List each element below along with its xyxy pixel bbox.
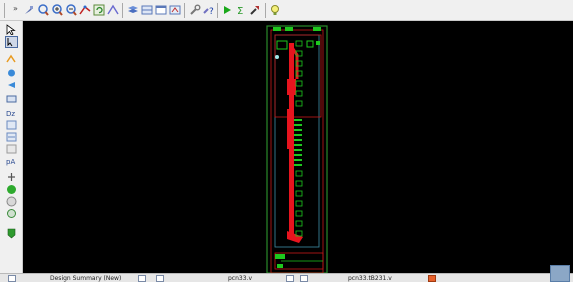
lower-cell-column — [295, 170, 303, 237]
refresh-icon[interactable] — [92, 3, 106, 17]
zoom-in-icon[interactable] — [50, 3, 64, 17]
probe-icon[interactable] — [168, 3, 182, 17]
toolbar-grip-icon[interactable]: » — [13, 4, 18, 13]
left-tool-strip: Dz pA — [0, 21, 23, 273]
add-icon[interactable] — [4, 183, 18, 195]
tool-icon[interactable] — [248, 3, 262, 17]
report-icon[interactable] — [4, 131, 18, 143]
run-icon[interactable] — [220, 3, 234, 17]
bottom-io-pins — [275, 254, 323, 268]
route-icon[interactable] — [78, 3, 92, 17]
pin-icon[interactable] — [22, 3, 36, 17]
close-active-tab-icon[interactable] — [428, 275, 436, 282]
document-tab-bar: Design Summary (New) pcn33.v pcn33.tB231… — [0, 273, 573, 282]
layers-icon[interactable] — [126, 3, 140, 17]
svg-text:?: ? — [209, 7, 214, 16]
tab-design-summary[interactable]: Design Summary (New) — [50, 274, 121, 282]
wrench-icon[interactable] — [188, 3, 202, 17]
grid-icon[interactable] — [140, 3, 154, 17]
window-corner-icon[interactable] — [550, 265, 570, 282]
toolbar-separator — [4, 3, 5, 18]
mark-icon[interactable]: pA — [4, 155, 18, 167]
svg-text:Σ: Σ — [237, 6, 243, 16]
toolbar-separator — [217, 3, 218, 18]
tab-pcn33-v[interactable]: pcn33.v — [228, 274, 252, 282]
window-icon[interactable] — [154, 3, 168, 17]
zoom-out-icon[interactable] — [64, 3, 78, 17]
toolbar-separator — [184, 3, 185, 18]
tab-pcn33-tb231-v[interactable]: pcn33.tB231.v — [348, 274, 392, 282]
sum-icon[interactable]: Σ — [234, 3, 248, 17]
place-icon[interactable] — [4, 171, 18, 183]
layout-canvas[interactable] — [23, 21, 573, 273]
power-rail — [287, 43, 303, 243]
file-icon — [156, 275, 164, 282]
svg-text:pA: pA — [6, 158, 15, 166]
svg-text:Dz: Dz — [6, 110, 15, 118]
select-icon[interactable] — [4, 23, 18, 35]
help-icon[interactable]: ? — [202, 3, 216, 17]
instance-icon[interactable]: Dz — [4, 107, 18, 119]
summary-icon — [8, 275, 16, 282]
measure-icon[interactable] — [106, 3, 120, 17]
layer-icon[interactable] — [4, 93, 18, 105]
zoom-tool-icon[interactable] — [4, 79, 18, 91]
ruler-icon[interactable] — [4, 143, 18, 155]
net-icon[interactable] — [4, 119, 18, 131]
toolbar-separator — [265, 3, 266, 18]
file-icon — [300, 275, 308, 282]
main-toolbar: » ? Σ — [0, 0, 573, 21]
close-tab-icon[interactable] — [138, 275, 146, 282]
bulb-icon[interactable] — [268, 3, 282, 17]
middle-cell-column — [294, 119, 302, 166]
flag-icon[interactable] — [4, 227, 18, 239]
layout-drawing[interactable] — [23, 21, 573, 273]
close-tab-icon[interactable] — [286, 275, 294, 282]
delete-icon[interactable] — [4, 195, 18, 207]
highlight-icon[interactable] — [4, 53, 18, 65]
cursor-icon[interactable] — [4, 36, 18, 48]
probe-tool-icon[interactable] — [4, 207, 18, 219]
move-icon[interactable] — [4, 67, 18, 79]
toolbar-separator — [122, 3, 123, 18]
zoom-fit-icon[interactable] — [36, 3, 50, 17]
